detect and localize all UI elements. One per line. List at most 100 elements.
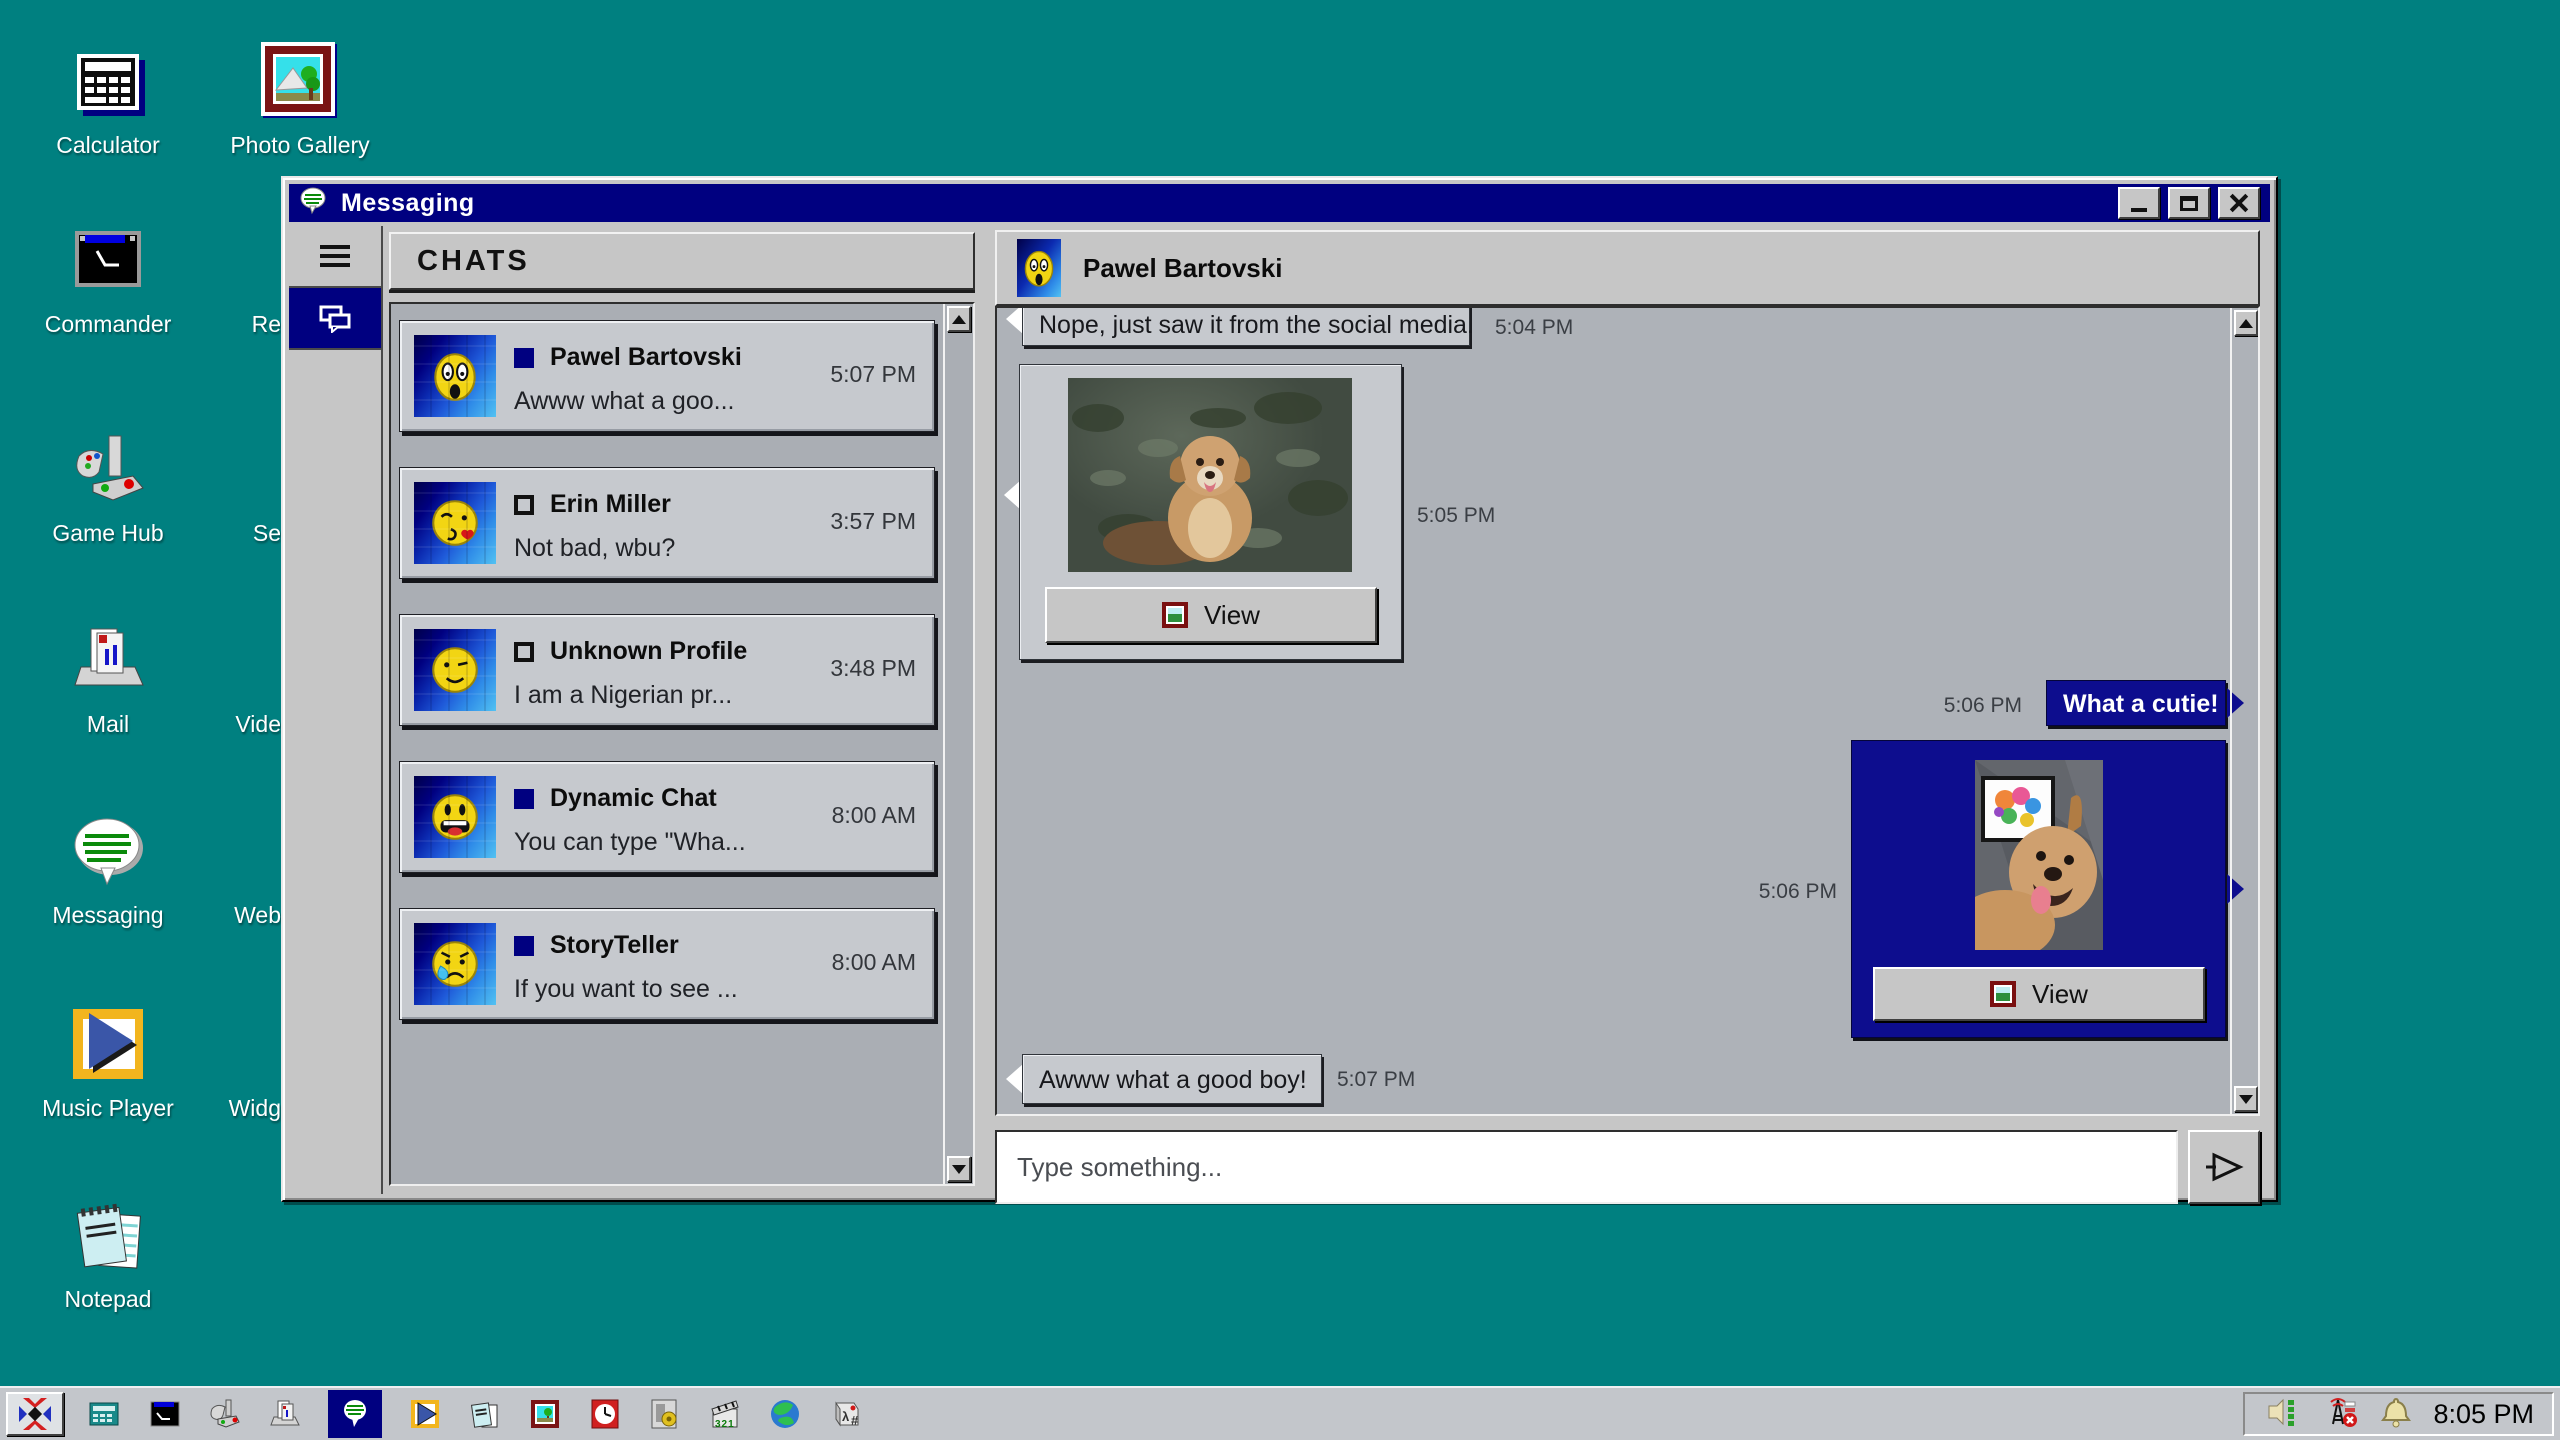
desktop-icon-label: Game Hub [52, 520, 163, 546]
nav-rail [289, 226, 383, 1194]
contact-name: Pawel Bartovski [1083, 253, 1282, 284]
chat-item-erin-miller[interactable]: Erin Miller Not bad, wbu? 3:57 PM [399, 467, 935, 579]
desktop-icon-label: Messaging [52, 902, 163, 928]
close-icon [2229, 194, 2249, 212]
scroll-down-button[interactable] [2234, 1086, 2258, 1112]
scroll-up-button[interactable] [947, 306, 971, 332]
arrow-up-icon [952, 315, 966, 324]
bubble-tail [1006, 306, 1023, 334]
window-title-icon [299, 186, 329, 221]
chat-name: StoryTeller [550, 931, 679, 960]
desktop-icon-photo-gallery[interactable]: Photo Gallery [220, 40, 380, 159]
view-button-label: View [2032, 979, 2088, 1010]
taskbar-icon-photo-gallery[interactable] [528, 1397, 562, 1431]
window-title: Messaging [341, 189, 475, 218]
taskbar-icon-web-browser[interactable] [768, 1397, 802, 1431]
system-tray: 8:05 PM [2243, 1392, 2554, 1436]
chat-time: 5:07 PM [830, 361, 916, 388]
chat-item-pawel-bartovski[interactable]: Pawel Bartovski Awww what a goo... 5:07 … [399, 320, 935, 432]
chat-time: 3:48 PM [830, 655, 916, 682]
message-timestamp: 5:06 PM [1922, 694, 2022, 718]
message-input[interactable] [995, 1130, 2178, 1204]
speaker-icon[interactable] [2263, 1396, 2301, 1433]
desktop-icon-label: Mail [87, 711, 129, 737]
conversation-header: Pawel Bartovski [995, 230, 2260, 306]
message-timestamp: 5:05 PM [1417, 504, 1495, 528]
desktop-icon-calculator[interactable]: Calculator [28, 40, 188, 159]
desktop-icon-music-player[interactable]: Music Player [28, 1003, 188, 1122]
antenna-offline-icon[interactable] [2321, 1396, 2359, 1433]
unread-indicator [514, 348, 534, 368]
taskbar-icons: 321 λ# [88, 1390, 862, 1438]
taskbar-icon-music-player[interactable] [408, 1397, 442, 1431]
view-image-button[interactable]: View [1873, 967, 2205, 1021]
maximize-button[interactable] [2168, 187, 2210, 219]
desktop-icon-messaging[interactable]: Messaging [28, 810, 188, 929]
chat-item-unknown-profile[interactable]: Unknown Profile I am a Nigerian pr... 3:… [399, 614, 935, 726]
desktop-icon-label: Se [220, 520, 281, 547]
chats-header: CHATS [389, 232, 975, 290]
close-button[interactable] [2218, 187, 2260, 219]
taskbar-icon-terminal[interactable] [148, 1397, 182, 1431]
message-input-bar [995, 1130, 2260, 1204]
kiss-face-avatar [414, 482, 496, 564]
chat-bubbles-icon [318, 303, 352, 333]
window-titlebar[interactable]: Messaging [289, 184, 2270, 222]
picture-icon [1990, 981, 2016, 1007]
chat-time: 8:00 AM [832, 949, 916, 976]
chat-name: Unknown Profile [550, 637, 747, 666]
chat-list-scrollbar[interactable] [943, 304, 973, 1184]
calculator-icon [67, 40, 149, 122]
message-text: What a cutie! [2063, 690, 2219, 718]
cry-face-avatar [414, 923, 496, 1005]
taskbar-icon-notepad[interactable] [468, 1397, 502, 1431]
bell-icon[interactable] [2379, 1396, 2413, 1433]
chat-item-storyteller[interactable]: StoryTeller If you want to see ... 8:00 … [399, 908, 935, 1020]
chat-list: Pawel Bartovski Awww what a goo... 5:07 … [389, 302, 975, 1186]
framed-picture-icon [259, 40, 341, 122]
taskbar-icon-game-hub[interactable] [208, 1397, 242, 1431]
taskbar-icon-dice[interactable]: λ# [828, 1397, 862, 1431]
scroll-down-button[interactable] [947, 1156, 971, 1182]
menu-button[interactable] [289, 226, 381, 288]
desktop-icon-label: Photo Gallery [230, 132, 369, 158]
view-image-button[interactable]: View [1045, 587, 1377, 643]
messages-scrollbar[interactable] [2230, 308, 2258, 1114]
start-button[interactable] [6, 1392, 64, 1436]
message-text: Nope, just saw it from the social media. [1039, 311, 1474, 339]
notepad-icon [67, 1194, 149, 1276]
taskbar: 321 λ# 8:05 PM [0, 1386, 2560, 1440]
chat-name: Dynamic Chat [550, 784, 717, 813]
terminal-icon [67, 219, 149, 301]
chat-time: 3:57 PM [830, 508, 916, 535]
grin-face-avatar [414, 776, 496, 858]
scroll-up-button[interactable] [2234, 310, 2258, 336]
desktop-icon-game-hub[interactable]: Game Hub [28, 428, 188, 547]
read-indicator [514, 642, 534, 662]
clapper-digits: 321 [715, 1419, 735, 1430]
desktop-icon-commander[interactable]: Commander [28, 219, 188, 338]
chat-preview: If you want to see ... [514, 975, 738, 1004]
desktop-icon-mail[interactable]: Mail [28, 619, 188, 738]
maximize-icon [2180, 196, 2198, 211]
taskbar-icon-messaging-active[interactable] [328, 1390, 382, 1438]
chat-preview: Not bad, wbu? [514, 534, 675, 563]
taskbar-icon-mail[interactable] [268, 1397, 302, 1431]
desktop-icon-notepad[interactable]: Notepad [28, 1194, 188, 1313]
scared-face-avatar [414, 335, 496, 417]
chat-name: Erin Miller [550, 490, 671, 519]
taskbar-icon-settings[interactable] [648, 1397, 682, 1431]
chat-preview: You can type "Wha... [514, 828, 746, 857]
taskbar-icon-video-recorder[interactable]: 321 [708, 1397, 742, 1431]
messaging-window: Messaging CHATS Pawel Bartovski Awww wha… [281, 176, 2278, 1202]
chat-item-dynamic-chat[interactable]: Dynamic Chat You can type "Wha... 8:00 A… [399, 761, 935, 873]
start-logo-icon [15, 1396, 55, 1432]
tray-clock: 8:05 PM [2433, 1399, 2534, 1430]
minimize-button[interactable] [2118, 187, 2160, 219]
taskbar-icon-clock[interactable] [588, 1397, 622, 1431]
golden-retriever-couch-photo [1975, 760, 2103, 950]
taskbar-icon-calculator[interactable] [88, 1397, 122, 1431]
desktop-icon-label: Re [220, 311, 281, 338]
send-button[interactable] [2188, 1130, 2260, 1204]
chats-nav-button[interactable] [289, 288, 381, 350]
